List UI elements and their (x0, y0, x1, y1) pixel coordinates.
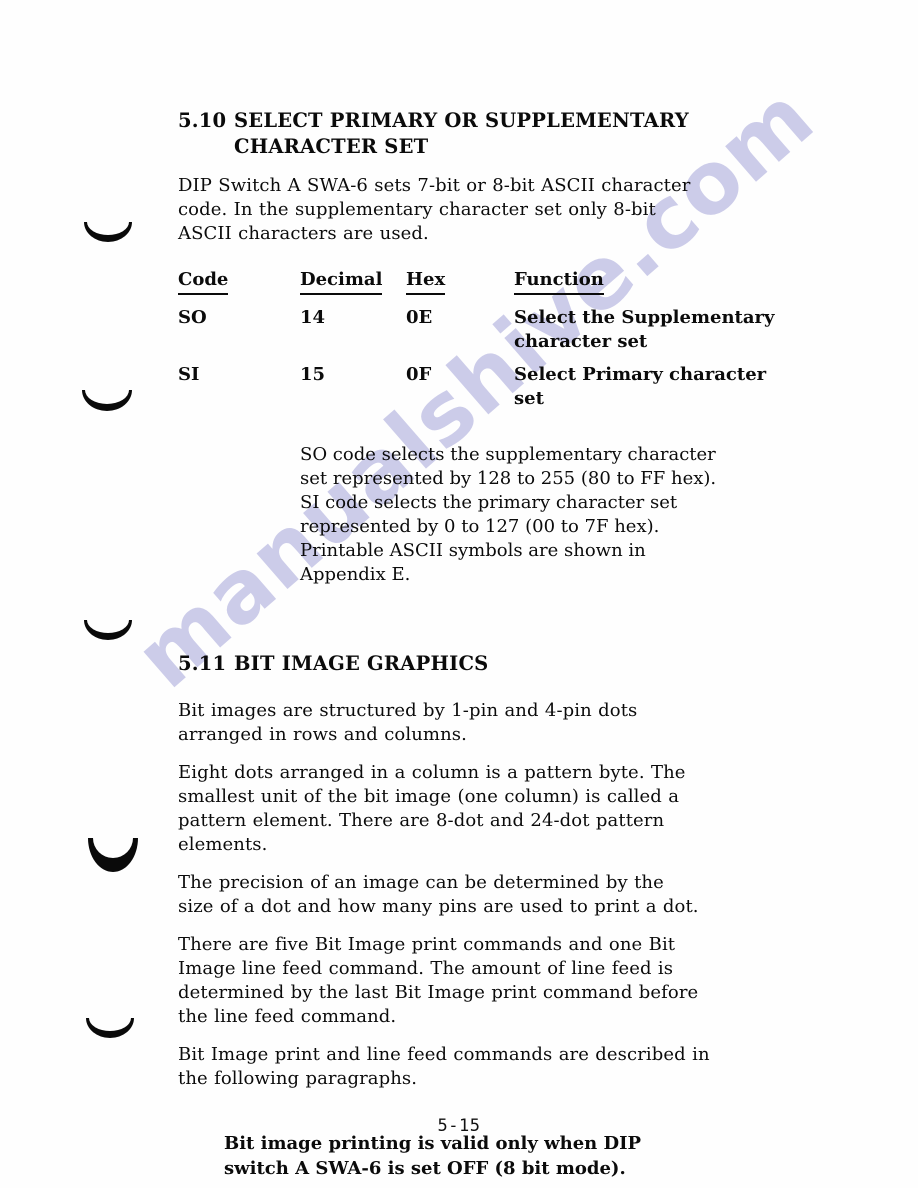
section-title-5-10-line1: SELECT PRIMARY OR SUPPLEMENTARY (234, 109, 689, 132)
intro-line-2: code. In the supplementary character set… (178, 199, 656, 220)
print-commands-line-4: the line feed command. (178, 1006, 397, 1027)
section-title-5-10-line2: CHARACTER SET (234, 135, 429, 158)
bit-images-structure-line-2: arranged in rows and columns. (178, 724, 467, 745)
pattern-byte-line-2: smallest unit of the bit image (one colu… (178, 786, 680, 807)
cell-function-so-line2: character set (514, 331, 648, 352)
binding-mark-2 (82, 390, 132, 411)
section-heading-5-10: 5.10 SELECT PRIMARY OR SUPPLEMENTARY CHAR… (178, 108, 794, 160)
pattern-byte-line-1: Eight dots arranged in a column is a pat… (178, 762, 686, 783)
paragraph-image-precision: The precision of an image can be determi… (178, 871, 794, 919)
column-header-hex: Hex (406, 268, 514, 297)
cell-hex-so: 0E (406, 307, 433, 328)
print-commands-line-2: Image line feed command. The amount of l… (178, 958, 674, 979)
cell-decimal-si: 15 (300, 364, 326, 385)
explanation-line-4: represented by 0 to 127 (00 to 7F hex). (300, 516, 660, 537)
image-precision-line-1: The precision of an image can be determi… (178, 872, 664, 893)
page-content: 5.10 SELECT PRIMARY OR SUPPLEMENTARY CHAR… (178, 108, 794, 1199)
binding-mark-4 (88, 838, 138, 872)
print-commands-line-3: determined by the last Bit Image print c… (178, 982, 699, 1003)
intro-line-1: DIP Switch A SWA-6 sets 7-bit or 8-bit A… (178, 175, 691, 196)
note-line-2: switch A SWA-6 is set OFF (8 bit mode). (224, 1158, 626, 1179)
section-title-5-11: BIT IMAGE GRAPHICS (234, 652, 489, 675)
explanation-line-5: Printable ASCII symbols are shown in (300, 540, 646, 561)
cell-function-so-line1: Select the Supplementary (514, 307, 775, 328)
section-number-5-11: 5.11 (178, 652, 227, 675)
cell-code-so: SO (178, 307, 207, 328)
document-page: manualshive.com 5.10 SELECT PRIMARY OR SU… (0, 0, 918, 1188)
table-row: SO 14 0E Select the Supplementary charac… (178, 297, 794, 354)
cell-function-si: Select Primary character set (514, 354, 794, 411)
note-bit-image-printing: Bit image printing is valid only when DI… (224, 1131, 784, 1181)
cell-function-si-line2: set (514, 388, 544, 409)
table-row: SI 15 0F Select Primary character set (178, 354, 794, 411)
page-number: 5-15 (437, 1116, 481, 1136)
column-header-code: Code (178, 268, 300, 297)
explanation-line-6: Appendix E. (300, 564, 411, 585)
cell-code-si: SI (178, 364, 200, 385)
table-header-row: Code Decimal Hex Function (178, 268, 794, 297)
explanation-line-3: SI code selects the primary character se… (300, 492, 678, 513)
code-function-table: Code Decimal Hex Function SO 14 0E Selec… (178, 268, 794, 411)
binding-mark-1 (84, 222, 132, 242)
explanation-line-2: set represented by 128 to 255 (80 to FF … (300, 468, 717, 489)
paragraph-code-explanation: SO code selects the supplementary charac… (300, 443, 794, 587)
paragraph-print-commands: There are five Bit Image print commands … (178, 933, 794, 1029)
paragraph-bit-images-structure: Bit images are structured by 1-pin and 4… (178, 699, 794, 747)
cell-function-so: Select the Supplementary character set (514, 297, 794, 354)
section-heading-5-11: 5.11 BIT IMAGE GRAPHICS (178, 651, 794, 677)
pattern-byte-line-3: pattern element. There are 8-dot and 24-… (178, 810, 665, 831)
described-in-following-line-2: the following paragraphs. (178, 1068, 418, 1089)
binding-mark-5 (86, 1018, 134, 1038)
cell-hex-si: 0F (406, 364, 432, 385)
paragraph-pattern-byte: Eight dots arranged in a column is a pat… (178, 761, 794, 857)
print-commands-line-1: There are five Bit Image print commands … (178, 934, 676, 955)
cell-function-si-line1: Select Primary character (514, 364, 767, 385)
column-header-decimal: Decimal (300, 268, 406, 297)
image-precision-line-2: size of a dot and how many pins are used… (178, 896, 699, 917)
column-header-function: Function (514, 268, 794, 297)
bit-images-structure-line-1: Bit images are structured by 1-pin and 4… (178, 700, 638, 721)
section-number-5-10: 5.10 (178, 109, 227, 132)
pattern-byte-line-4: elements. (178, 834, 268, 855)
paragraph-intro-5-10: DIP Switch A SWA-6 sets 7-bit or 8-bit A… (178, 174, 794, 246)
explanation-line-1: SO code selects the supplementary charac… (300, 444, 716, 465)
cell-decimal-so: 14 (300, 307, 326, 328)
binding-mark-3 (84, 620, 132, 640)
described-in-following-line-1: Bit Image print and line feed commands a… (178, 1044, 710, 1065)
intro-line-3: ASCII characters are used. (178, 223, 429, 244)
paragraph-described-in-following: Bit Image print and line feed commands a… (178, 1043, 794, 1091)
